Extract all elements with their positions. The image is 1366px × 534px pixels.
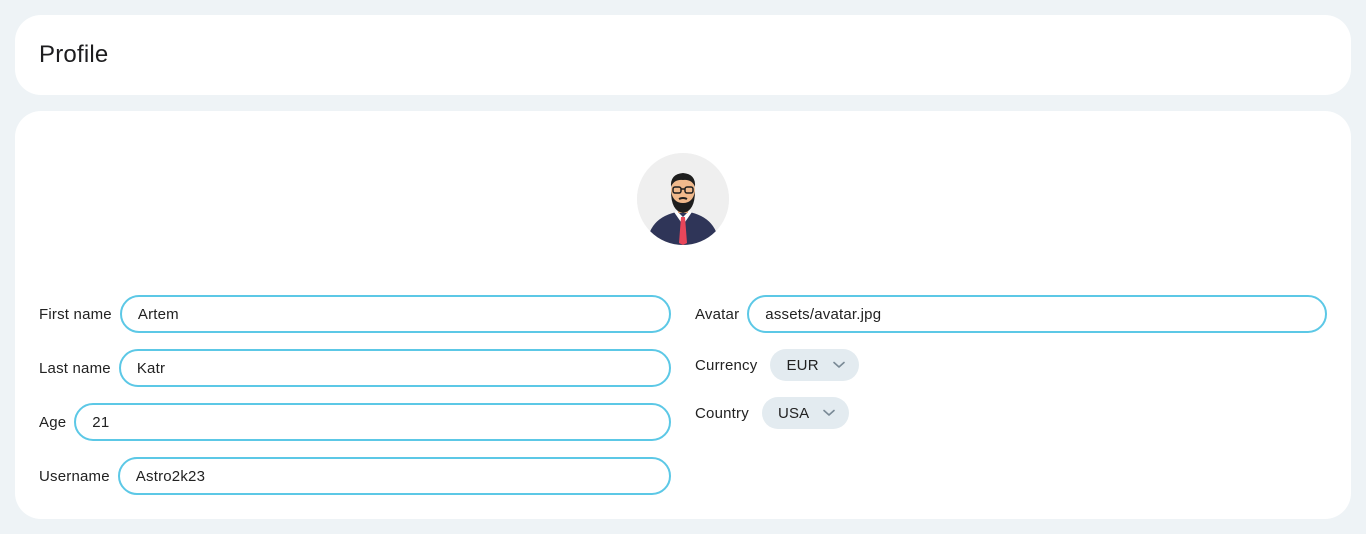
age-input[interactable]	[74, 403, 671, 441]
country-row: Country USA	[695, 394, 850, 432]
first-name-label: First name	[39, 305, 112, 323]
username-row: Username	[39, 457, 671, 495]
avatar-path-label: Avatar	[695, 305, 740, 323]
age-row: Age	[39, 403, 671, 441]
last-name-label: Last name	[39, 359, 111, 377]
country-label: Country	[695, 404, 749, 422]
country-select[interactable]: USA	[761, 397, 850, 429]
first-name-input[interactable]	[119, 295, 671, 333]
avatar	[637, 153, 729, 245]
chevron-down-icon	[823, 409, 836, 417]
country-value: USA	[777, 404, 810, 422]
last-name-row: Last name	[39, 349, 671, 387]
username-input[interactable]	[117, 457, 671, 495]
chevron-down-icon	[832, 361, 845, 369]
currency-row: Currency EUR	[695, 346, 859, 384]
currency-label: Currency	[695, 356, 758, 374]
avatar-path-input[interactable]	[747, 295, 1327, 333]
avatar-path-row: Avatar	[695, 295, 1327, 333]
age-label: Age	[39, 413, 67, 431]
profile-form-card: First name Last name Age Username Avatar…	[15, 111, 1351, 519]
currency-value: EUR	[786, 356, 819, 374]
user-avatar-icon	[637, 153, 729, 245]
last-name-input[interactable]	[118, 349, 671, 387]
header-card: Profile	[15, 15, 1351, 95]
currency-select[interactable]: EUR	[770, 349, 859, 381]
first-name-row: First name	[39, 295, 671, 333]
username-label: Username	[39, 467, 110, 485]
page-title: Profile	[39, 41, 109, 68]
